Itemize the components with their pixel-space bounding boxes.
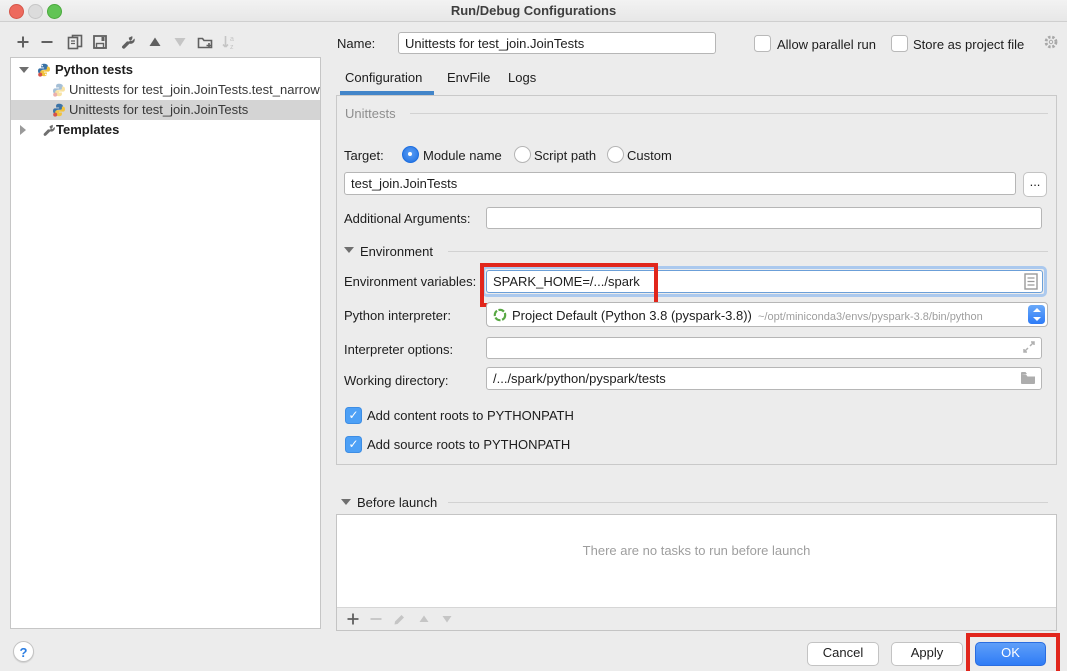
- environment-variables-label: Environment variables:: [344, 274, 476, 289]
- window-title: Run/Debug Configurations: [0, 3, 1067, 18]
- browse-variables-icon[interactable]: [1024, 273, 1038, 290]
- add-content-roots-checkbox[interactable]: ✓: [345, 407, 362, 424]
- tree-item-label: Unittests for test_join.JoinTests: [69, 100, 248, 120]
- group-divider: [410, 113, 1048, 114]
- interpreter-name: Project Default (Python 3.8 (pyspark-3.8…: [512, 308, 752, 323]
- combo-stepper-icon[interactable]: [1028, 305, 1045, 324]
- before-launch-toolbar: [337, 607, 1056, 630]
- unittests-group-label: Unittests: [345, 106, 396, 121]
- before-launch-empty-text: There are no tasks to run before launch: [337, 543, 1056, 558]
- radio-custom[interactable]: [607, 146, 624, 163]
- folder-icon[interactable]: [1020, 371, 1036, 385]
- apply-button[interactable]: Apply: [891, 642, 963, 666]
- add-icon[interactable]: [15, 34, 31, 50]
- target-label: Target:: [344, 148, 384, 163]
- remove-icon[interactable]: [39, 34, 55, 50]
- add-source-roots-checkbox[interactable]: ✓: [345, 436, 362, 453]
- add-content-roots-label: Add content roots to PYTHONPATH: [367, 408, 574, 423]
- name-label: Name:: [337, 36, 375, 51]
- allow-parallel-run-checkbox[interactable]: [754, 35, 771, 52]
- python-interpreter-label: Python interpreter:: [344, 308, 451, 323]
- tree-item-label: Unittests for test_join.JoinTests.test_n…: [69, 80, 320, 100]
- tree-item-templates[interactable]: Templates: [11, 120, 320, 140]
- additional-arguments-input[interactable]: [486, 207, 1042, 229]
- interpreter-path: ~/opt/miniconda3/envs/pyspark-3.8/bin/py…: [758, 311, 983, 323]
- before-launch-panel: There are no tasks to run before launch: [336, 514, 1057, 631]
- interpreter-options-label: Interpreter options:: [344, 342, 453, 357]
- help-button[interactable]: ?: [13, 641, 34, 662]
- name-input[interactable]: [398, 32, 716, 54]
- browse-button[interactable]: ...: [1023, 172, 1047, 197]
- svg-text:z: z: [230, 44, 234, 50]
- tree-item-label: Templates: [56, 120, 119, 140]
- tab-logs[interactable]: Logs: [508, 66, 536, 90]
- python-run-config-icon: [52, 83, 66, 97]
- move-down-icon[interactable]: [439, 611, 455, 627]
- radio-script-path[interactable]: [514, 146, 531, 163]
- working-directory-label: Working directory:: [344, 373, 449, 388]
- sort-alphabetically-icon[interactable]: az: [221, 34, 237, 50]
- radio-custom-label: Custom: [627, 148, 672, 163]
- conda-environment-icon: [493, 308, 507, 322]
- store-as-project-file-label: Store as project file: [913, 37, 1024, 52]
- svg-text:a: a: [230, 36, 234, 43]
- remove-icon[interactable]: [368, 611, 384, 627]
- additional-arguments-label: Additional Arguments:: [344, 211, 470, 226]
- gear-icon[interactable]: [1043, 34, 1059, 50]
- new-folder-icon[interactable]: [197, 34, 213, 50]
- expanded-chevron-icon[interactable]: [19, 67, 29, 73]
- allow-parallel-run-label: Allow parallel run: [777, 37, 876, 52]
- tree-item-unittests-narrow[interactable]: Unittests for test_join.JoinTests.test_n…: [11, 80, 320, 100]
- save-icon[interactable]: [92, 34, 108, 50]
- collapsed-chevron-icon[interactable]: [20, 125, 26, 135]
- add-icon[interactable]: [345, 611, 361, 627]
- tree-item-label: Python tests: [55, 60, 133, 80]
- radio-script-path-label: Script path: [534, 148, 596, 163]
- python-run-config-icon: [52, 103, 66, 117]
- run-debug-configurations-dialog: Run/Debug Configurations az Python tests…: [0, 0, 1067, 671]
- add-source-roots-label: Add source roots to PYTHONPATH: [367, 437, 570, 452]
- move-up-icon[interactable]: [147, 34, 163, 50]
- move-up-icon[interactable]: [416, 611, 432, 627]
- store-as-project-file-checkbox[interactable]: [891, 35, 908, 52]
- edit-templates-wrench-icon[interactable]: [119, 34, 135, 50]
- before-launch-header: Before launch: [357, 495, 437, 510]
- cancel-button[interactable]: Cancel: [807, 642, 879, 666]
- tab-configuration[interactable]: Configuration: [345, 66, 422, 90]
- tree-item-python-tests[interactable]: Python tests: [11, 60, 320, 80]
- expand-field-icon[interactable]: [1022, 340, 1036, 354]
- group-divider: [448, 502, 1048, 503]
- environment-header: Environment: [360, 244, 433, 259]
- title-bar: Run/Debug Configurations: [0, 0, 1067, 22]
- copy-icon[interactable]: [67, 34, 83, 50]
- python-tests-icon: [37, 63, 51, 77]
- radio-module-name[interactable]: [402, 146, 419, 163]
- environment-variables-input[interactable]: [486, 270, 1043, 293]
- configurations-tree: Python tests Unittests for test_join.Joi…: [10, 57, 321, 629]
- before-launch-collapse-icon[interactable]: [341, 499, 351, 505]
- move-down-icon[interactable]: [172, 34, 188, 50]
- group-divider: [448, 251, 1048, 252]
- edit-pencil-icon[interactable]: [392, 611, 408, 627]
- python-interpreter-select[interactable]: Project Default (Python 3.8 (pyspark-3.8…: [486, 302, 1048, 327]
- interpreter-options-input[interactable]: [486, 337, 1042, 359]
- environment-collapse-icon[interactable]: [344, 247, 354, 253]
- working-directory-input[interactable]: [486, 367, 1042, 390]
- target-input[interactable]: [344, 172, 1016, 195]
- ok-button[interactable]: OK: [975, 642, 1046, 666]
- templates-wrench-icon: [41, 123, 55, 137]
- tab-envfile[interactable]: EnvFile: [447, 66, 490, 90]
- radio-module-name-label: Module name: [423, 148, 502, 163]
- tree-item-unittests-jointests-selected[interactable]: Unittests for test_join.JoinTests: [11, 100, 320, 120]
